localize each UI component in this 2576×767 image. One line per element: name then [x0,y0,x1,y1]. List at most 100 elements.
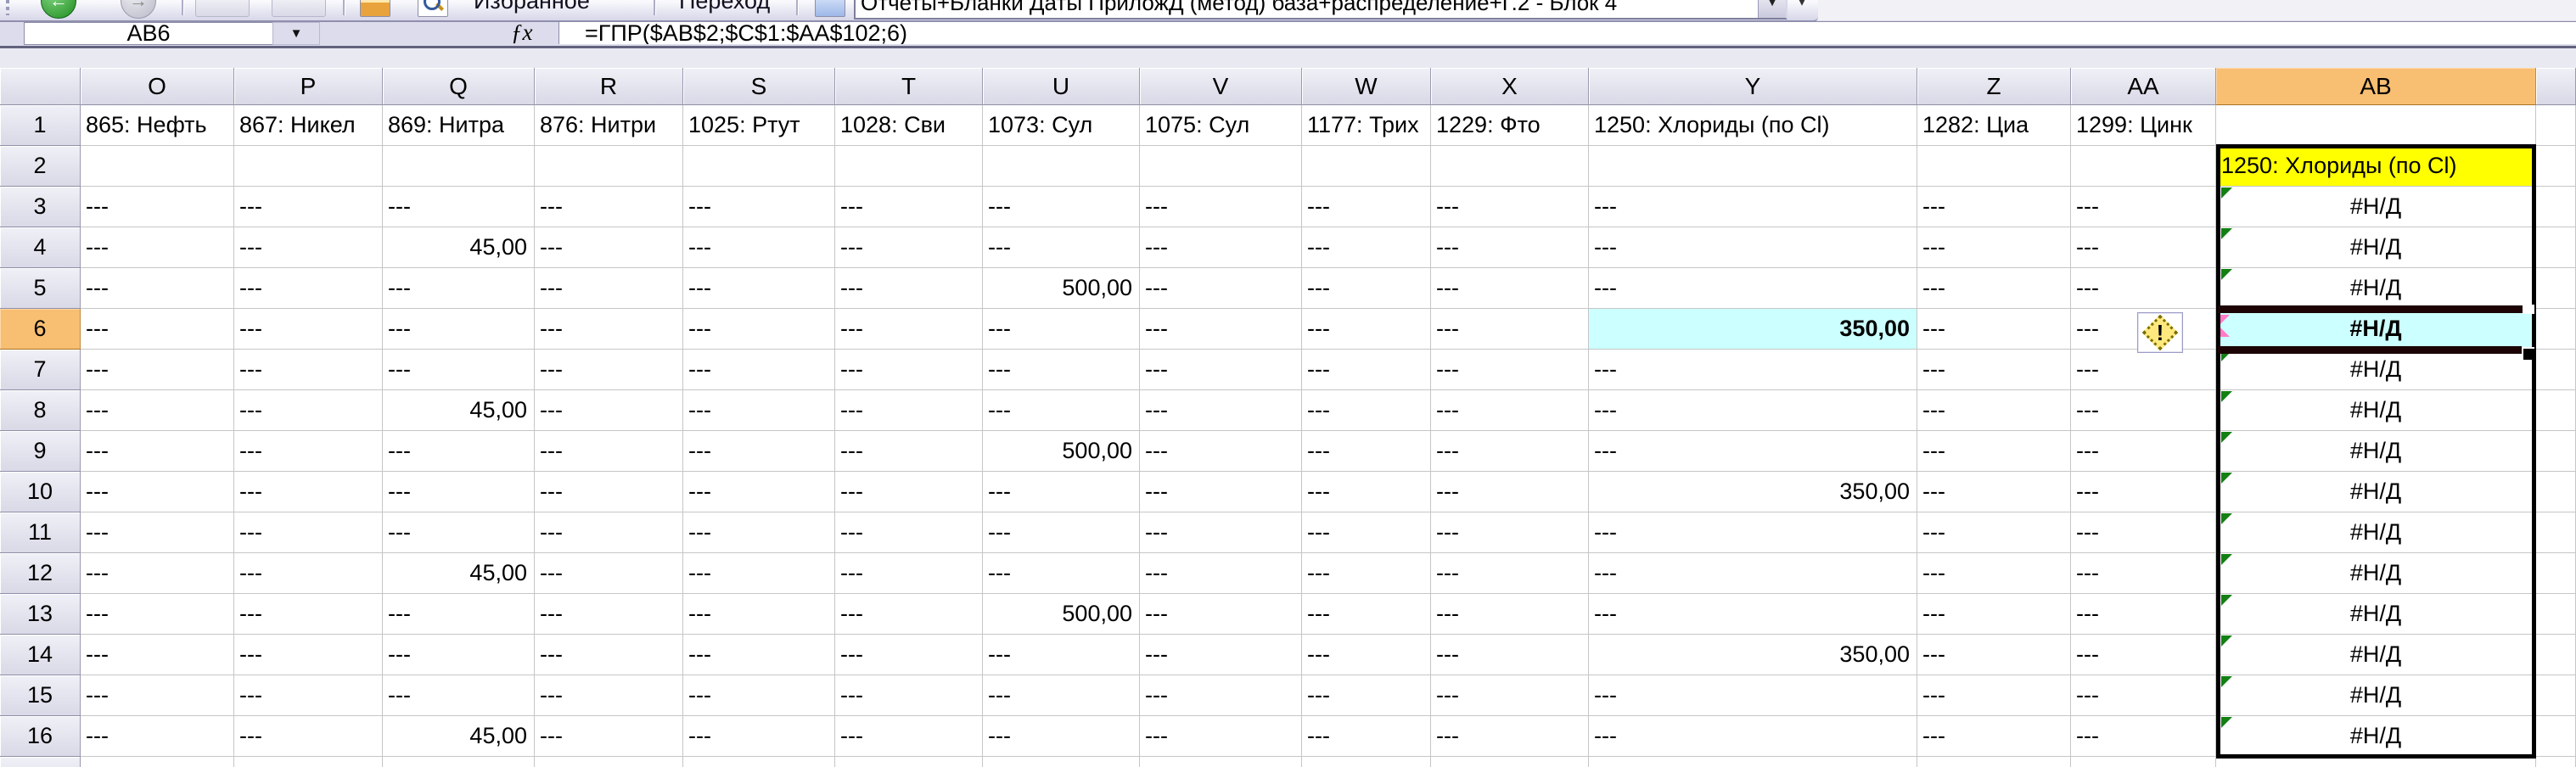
cell-AC11[interactable] [2536,512,2576,553]
cell-Z8[interactable]: --- [1917,390,2071,431]
cell-Y16[interactable]: --- [1589,716,1917,757]
cell-T5[interactable]: --- [835,268,983,309]
row-header-17[interactable]: 17 [0,757,81,767]
cell-X14[interactable]: --- [1431,635,1589,675]
cell-S9[interactable]: --- [683,431,835,472]
cell-Q6[interactable]: --- [383,309,535,350]
cell-Z14[interactable]: --- [1917,635,2071,675]
row-header-12[interactable]: 12 [0,553,81,594]
cell-O11[interactable]: --- [81,512,234,553]
cell-U17[interactable]: 500,00 [983,757,1140,767]
cell-AB2[interactable]: 1250: Хлориды (по Cl) [2216,146,2536,187]
cell-Z15[interactable]: --- [1917,675,2071,716]
cell-AC17[interactable] [2536,757,2576,767]
column-header-partial[interactable] [2536,68,2576,105]
cell-S1[interactable]: 1025: Ртут [683,105,835,146]
cell-Y14[interactable]: 350,00 [1589,635,1917,675]
cell-O6[interactable]: --- [81,309,234,350]
cell-R13[interactable]: --- [535,594,683,635]
cell-AA14[interactable]: --- [2071,635,2216,675]
select-all-corner[interactable] [0,68,81,105]
cell-W4[interactable]: --- [1302,227,1431,268]
cell-AB15[interactable]: #Н/Д [2216,675,2536,716]
cell-AC7[interactable] [2536,350,2576,390]
cell-AC3[interactable] [2536,187,2576,227]
cell-X4[interactable]: --- [1431,227,1589,268]
cell-Y8[interactable]: --- [1589,390,1917,431]
cell-Z5[interactable]: --- [1917,268,2071,309]
cell-AB17[interactable]: #Н/Д [2216,757,2536,767]
cell-AA8[interactable]: --- [2071,390,2216,431]
cell-R16[interactable]: --- [535,716,683,757]
error-smart-tag-button[interactable]: ! [2137,312,2183,353]
cell-R15[interactable]: --- [535,675,683,716]
cell-U4[interactable]: --- [983,227,1140,268]
cell-V1[interactable]: 1075: Сул [1140,105,1302,146]
cell-AB6[interactable]: #Н/Д [2216,309,2536,350]
cell-S13[interactable]: --- [683,594,835,635]
row-header-8[interactable]: 8 [0,390,81,431]
column-header-v[interactable]: V [1140,68,1302,105]
cell-O3[interactable]: --- [81,187,234,227]
cell-AB4[interactable]: #Н/Д [2216,227,2536,268]
cell-X13[interactable]: --- [1431,594,1589,635]
cell-AB10[interactable]: #Н/Д [2216,472,2536,512]
cell-AC15[interactable] [2536,675,2576,716]
cell-AC5[interactable] [2536,268,2576,309]
cell-AA5[interactable]: --- [2071,268,2216,309]
name-box-dropdown-icon[interactable]: ▼ [272,22,320,45]
cell-V13[interactable]: --- [1140,594,1302,635]
cell-R9[interactable]: --- [535,431,683,472]
home-icon[interactable] [360,0,390,17]
cell-T12[interactable]: --- [835,553,983,594]
cell-W13[interactable]: --- [1302,594,1431,635]
cell-X7[interactable]: --- [1431,350,1589,390]
cell-P6[interactable]: --- [234,309,383,350]
cell-U8[interactable]: --- [983,390,1140,431]
cell-X9[interactable]: --- [1431,431,1589,472]
cell-Z9[interactable]: --- [1917,431,2071,472]
cell-Q17[interactable]: --- [383,757,535,767]
row-header-3[interactable]: 3 [0,187,81,227]
cell-Y3[interactable]: --- [1589,187,1917,227]
toolbar-options-chevron[interactable]: ▾ [1791,0,1813,17]
cell-R8[interactable]: --- [535,390,683,431]
row-header-2[interactable]: 2 [0,146,81,187]
column-header-u[interactable]: U [983,68,1140,105]
address-value[interactable]: Отчеты+Бланки Даты ПриложД (метод) база+… [856,0,1758,18]
cell-Z10[interactable]: --- [1917,472,2071,512]
cell-W9[interactable]: --- [1302,431,1431,472]
refresh-button[interactable] [272,0,326,17]
cell-V9[interactable]: --- [1140,431,1302,472]
cell-X2[interactable] [1431,146,1589,187]
cell-R12[interactable]: --- [535,553,683,594]
cell-Y11[interactable]: --- [1589,512,1917,553]
fill-handle[interactable] [2522,347,2534,360]
cell-Y2[interactable] [1589,146,1917,187]
cell-V5[interactable]: --- [1140,268,1302,309]
cell-AC16[interactable] [2536,716,2576,757]
cell-T13[interactable]: --- [835,594,983,635]
cell-O10[interactable]: --- [81,472,234,512]
cell-Q3[interactable]: --- [383,187,535,227]
cell-U11[interactable]: --- [983,512,1140,553]
cell-U13[interactable]: 500,00 [983,594,1140,635]
cell-P7[interactable]: --- [234,350,383,390]
cell-S10[interactable]: --- [683,472,835,512]
cell-Y1[interactable]: 1250: Хлориды (по Cl) [1589,105,1917,146]
cell-R6[interactable]: --- [535,309,683,350]
cell-X11[interactable]: --- [1431,512,1589,553]
cell-AA17[interactable]: --- [2071,757,2216,767]
cell-S15[interactable]: --- [683,675,835,716]
cell-R11[interactable]: --- [535,512,683,553]
cell-P4[interactable]: --- [234,227,383,268]
cell-V3[interactable]: --- [1140,187,1302,227]
cell-X5[interactable]: --- [1431,268,1589,309]
cell-R10[interactable]: --- [535,472,683,512]
cell-V15[interactable]: --- [1140,675,1302,716]
cell-V12[interactable]: --- [1140,553,1302,594]
cell-P11[interactable]: --- [234,512,383,553]
cell-AC1[interactable] [2536,105,2576,146]
row-header-11[interactable]: 11 [0,512,81,553]
cell-Y15[interactable]: --- [1589,675,1917,716]
